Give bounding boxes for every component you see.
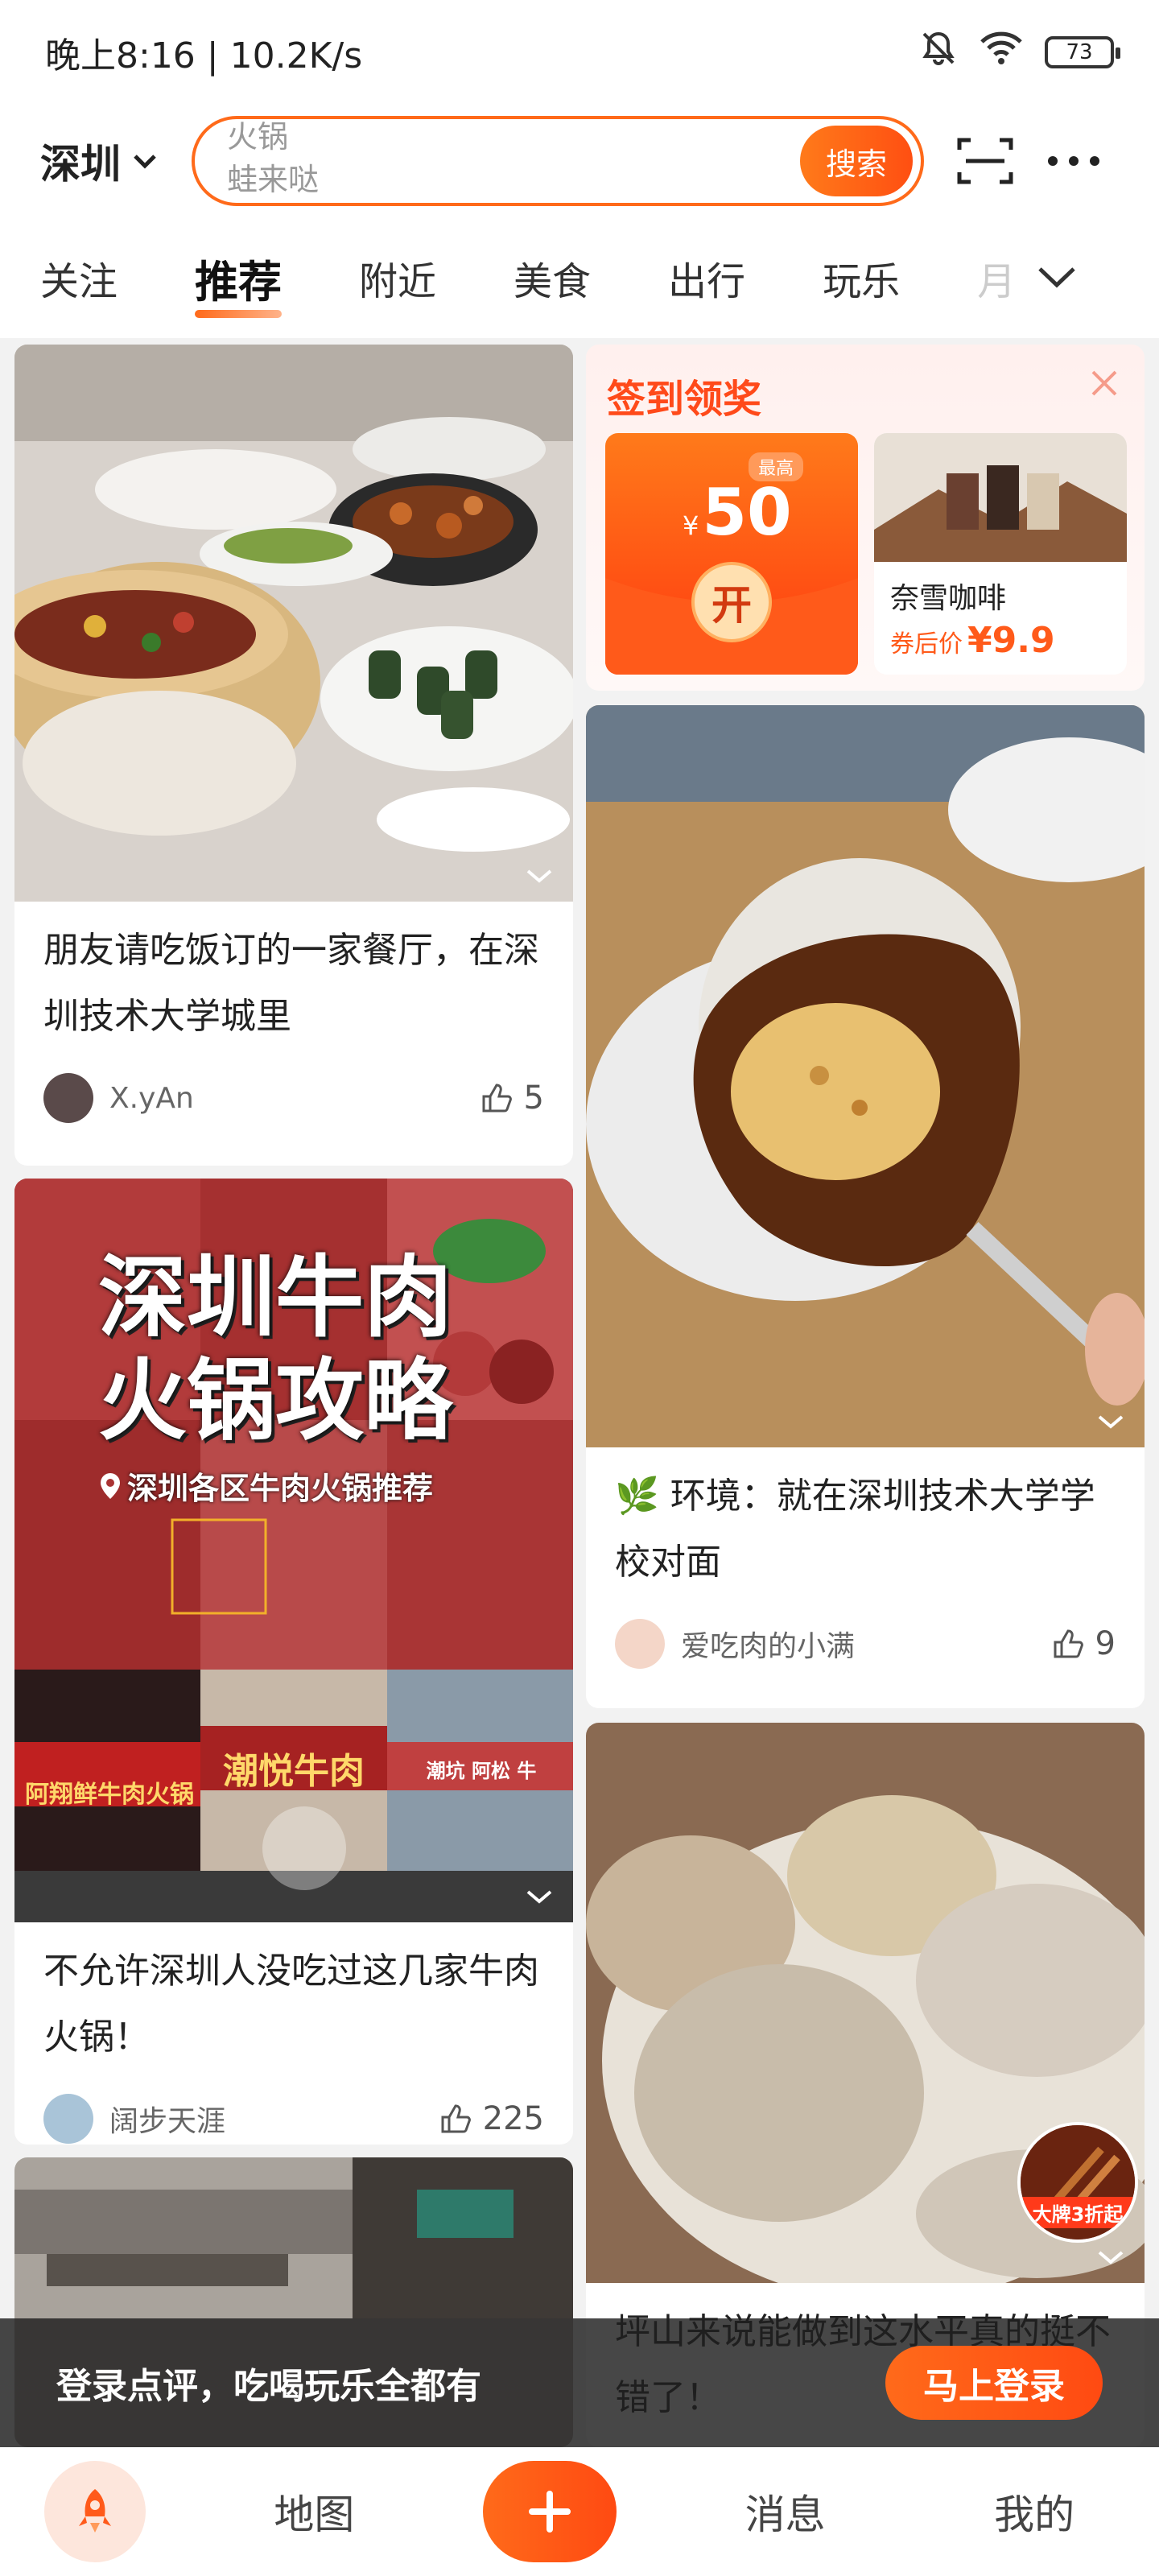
status-time: 晚上8:16 | 10.2K/s [45,35,363,76]
location-pin-icon [101,1472,120,1499]
rocket-icon[interactable] [43,2461,146,2562]
storefront-sign-1: 阿翔鲜牛肉火锅 [25,1781,194,1809]
tabs-expand-chevron-icon[interactable] [1037,262,1077,293]
search-hint-1: 火锅 [227,118,289,155]
status-icons: 73 [919,29,1120,76]
avatar[interactable] [43,2094,93,2144]
packet-amount-value: 50 [702,475,792,550]
packet-amount: ¥ 50 [683,475,792,550]
overlay-title: 深圳牛肉 火锅攻略 [98,1246,452,1452]
coffee-name: 奈雪咖啡 [890,582,1007,615]
nav-messages[interactable]: 消息 [705,2483,866,2541]
login-prompt-text: 登录点评，吃喝玩乐全都有 [56,2366,481,2407]
storefront-sign-3: 潮坑 阿松 牛 [426,1760,537,1782]
chevron-down-icon [134,155,156,169]
close-icon[interactable] [1088,367,1120,402]
header: 深圳 火锅 蛙来哒 搜索 [0,105,1159,217]
tab-nearby[interactable]: 附近 [359,250,436,306]
chevron-down-icon[interactable] [1096,1412,1125,1431]
card-meta: 爱吃肉的小满 9 [586,1604,1145,1684]
buns-photo: 大牌3折起 [586,1723,1145,2283]
city-label: 深圳 [40,141,121,188]
more-icon[interactable] [1041,129,1106,193]
battery-level: 73 [1066,40,1093,64]
login-button[interactable]: 马上登录 [885,2346,1103,2420]
coffee-price: 券后价 ¥9.9 [890,620,1055,661]
feed-card-canele[interactable]: 🌿 环境：就在深圳技术大学学校对面 爱吃肉的小满 9 [586,705,1145,1708]
mute-bell-icon [919,29,958,76]
like-count[interactable]: 5 [481,1080,544,1117]
canele-photo [586,705,1145,1447]
signin-reward-card[interactable]: 签到领奖 最高 ¥ 50 开 奈雪咖啡 券后价 ¥9.9 [586,345,1145,691]
hotpot-collage: 深圳牛肉 火锅攻略 深圳各区牛肉火锅推荐 阿翔鲜牛肉火锅 潮悦牛肉 潮坑 阿松 … [14,1179,573,1922]
overlay-subtitle: 深圳各区牛肉火锅推荐 [98,1463,433,1508]
search-hint-2: 蛙来哒 [227,162,320,197]
like-count[interactable]: 9 [1052,1625,1116,1662]
like-count[interactable]: 225 [439,2100,544,2137]
login-prompt-bar: 登录点评，吃喝玩乐全都有 马上登录 [0,2318,1159,2447]
tab-fun[interactable]: 玩乐 [823,250,900,306]
tab-food[interactable]: 美食 [514,250,591,306]
tab-travel[interactable]: 出行 [668,250,745,306]
search-button[interactable]: 搜索 [800,126,913,196]
city-selector[interactable]: 深圳 [40,132,159,190]
thumb-up-icon [482,1084,512,1113]
author-name[interactable]: X.yAn [109,1082,194,1115]
search-input[interactable]: 火锅 蛙来哒 搜索 [192,116,924,206]
packet-currency: ¥ [683,510,699,541]
tab-recommend[interactable]: 推荐 [195,246,283,318]
author-name[interactable]: 阔步天涯 [109,2098,225,2140]
like-count-value: 9 [1095,1625,1116,1662]
like-count-value: 5 [523,1080,544,1117]
coffee-price-value: ¥9.9 [967,620,1055,661]
like-count-value: 225 [482,2100,544,2137]
plus-icon[interactable] [482,2461,617,2562]
signin-title: 签到领奖 [607,377,762,422]
card-title: 朋友请吃饭订的一家餐厅，在深圳技术大学城里 [43,930,539,1037]
storefront-sign-2: 潮悦牛肉 [223,1751,365,1792]
chevron-down-icon[interactable] [1096,2248,1125,2267]
coffee-coupon[interactable]: 奈雪咖啡 券后价 ¥9.9 [874,433,1127,675]
card-title: 不允许深圳人没吃过这几家牛肉火锅！ [43,1951,539,2058]
thumb-up-icon [1054,1629,1083,1658]
category-tabs: 关注 推荐 附近 美食 出行 玩乐 月 [0,217,1159,338]
coffee-photo [874,433,1127,562]
avatar[interactable] [615,1619,665,1669]
tab-partial[interactable]: 月 [977,250,1016,306]
thumb-up-icon [441,2104,471,2133]
status-bar: 晚上8:16 | 10.2K/s 73 [0,0,1159,105]
card-meta: 阔步天涯 225 [14,2079,573,2145]
search-hint-carousel: 火锅 蛙来哒 [227,118,320,200]
overlay-title-line1: 深圳牛肉 [98,1246,452,1349]
restaurant-photo [14,345,573,902]
coffee-price-label: 券后价 [890,630,963,658]
red-packet[interactable]: 最高 ¥ 50 开 [605,433,858,675]
card-meta: X.yAn 5 [14,1058,573,1138]
packet-open-button[interactable]: 开 [691,562,772,642]
promo-badge-text: 大牌3折起 [1021,2197,1135,2228]
scan-icon[interactable] [953,129,1017,193]
nav-map[interactable]: 地图 [233,2483,394,2541]
card-title: 🌿 环境：就在深圳技术大学学校对面 [615,1476,1095,1583]
bottom-nav: 地图 消息 我的 [0,2447,1159,2576]
tab-follow[interactable]: 关注 [40,250,118,306]
battery-icon: 73 [1045,36,1120,68]
wifi-icon [979,31,1024,75]
overlay-title-line2: 火锅攻略 [98,1349,452,1452]
nav-mine[interactable]: 我的 [954,2483,1115,2541]
promo-badge[interactable]: 大牌3折起 [1017,2122,1138,2243]
author-name[interactable]: 爱吃肉的小满 [681,1623,855,1665]
overlay-subtitle-text: 深圳各区牛肉火锅推荐 [127,1471,434,1506]
chevron-down-icon[interactable] [525,866,554,886]
chevron-down-icon[interactable] [525,1887,554,1906]
avatar[interactable] [43,1073,93,1123]
feed-card-beef-hotpot[interactable]: 深圳牛肉 火锅攻略 深圳各区牛肉火锅推荐 阿翔鲜牛肉火锅 潮悦牛肉 潮坑 阿松 … [14,1179,573,2145]
feed-card-restaurant[interactable]: 朋友请吃饭订的一家餐厅，在深圳技术大学城里 X.yAn 5 [14,345,573,1166]
